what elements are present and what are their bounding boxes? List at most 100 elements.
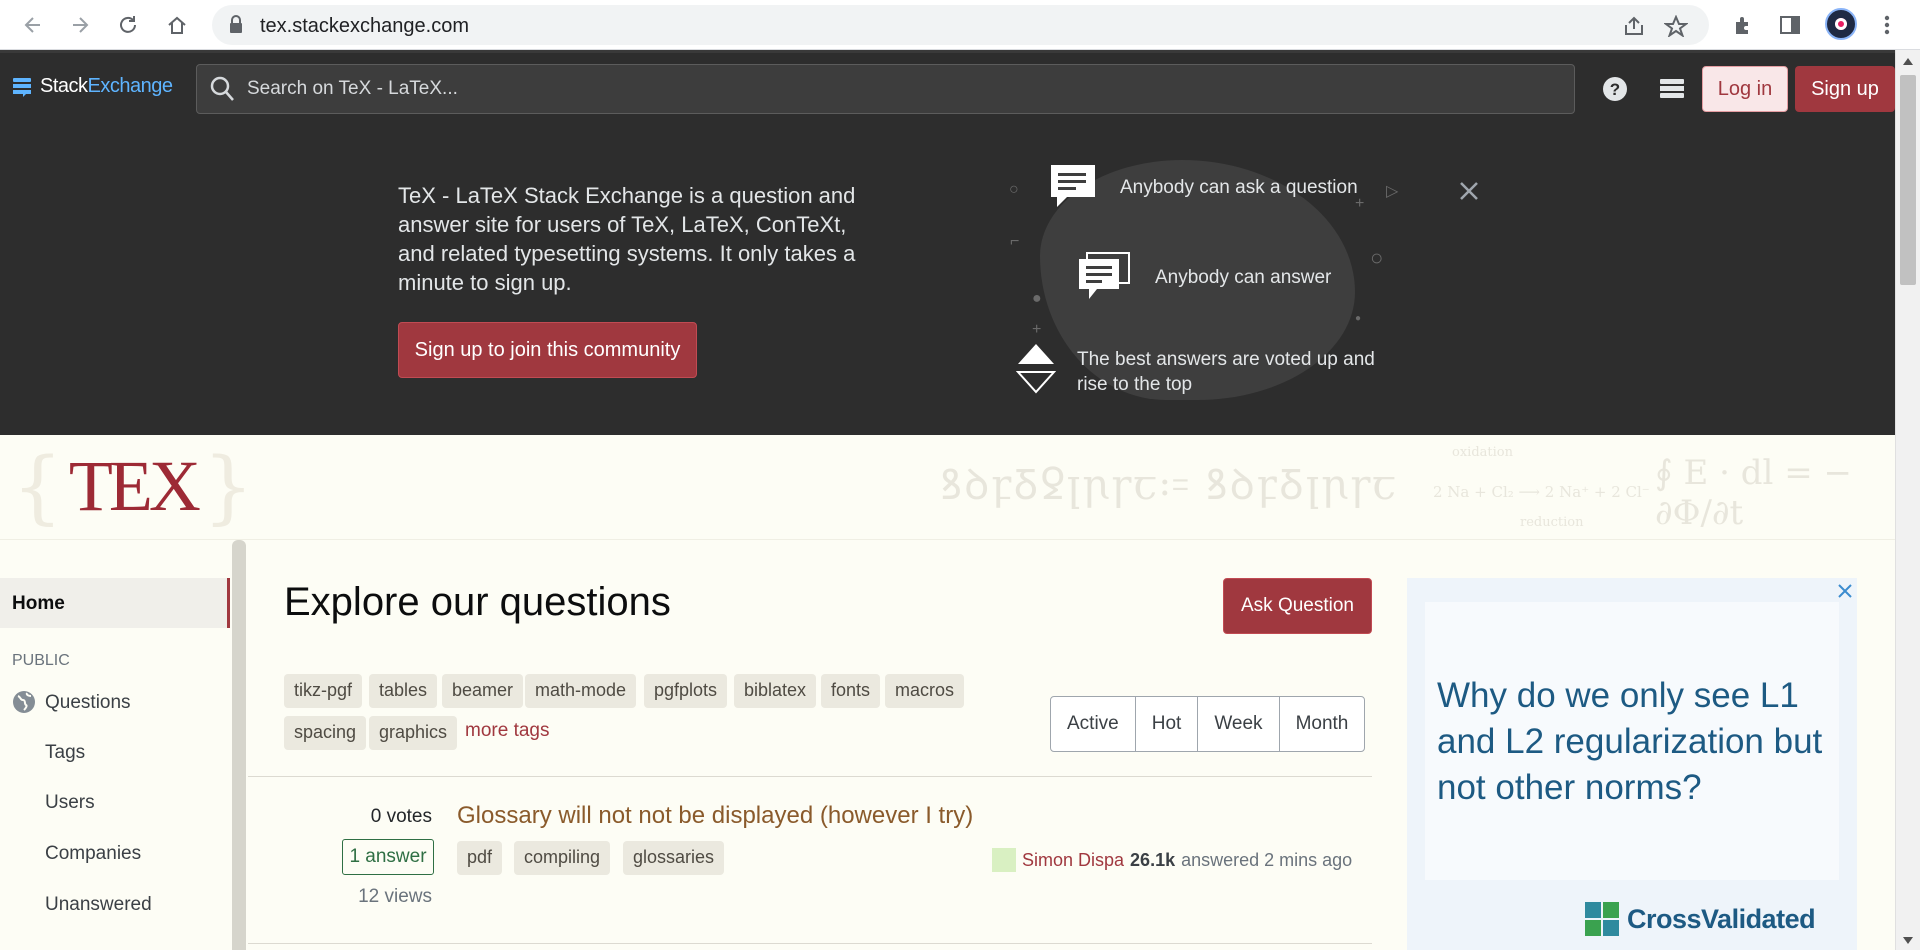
logo-stack-text: Stack [40,75,88,97]
decor-dot-icon: ● [1355,313,1362,324]
tag-chip[interactable]: macros [885,674,965,708]
tag-chip[interactable]: tables [369,674,438,708]
divider [248,943,1372,944]
bookmark-star-icon[interactable] [1664,15,1688,37]
browser-menu-icon[interactable] [1873,11,1901,39]
home-icon[interactable] [163,11,191,39]
user-name-link[interactable]: Simon Dispa [1022,850,1124,871]
ad-headline[interactable]: Why do we only see L1 and L2 regularizat… [1437,673,1837,811]
sidebar-item-unanswered[interactable]: Unanswered [45,894,152,916]
back-arrow-icon[interactable] [19,11,47,39]
crossvalidated-logo[interactable]: CrossValidated [1583,900,1816,938]
sidebar-advertisement[interactable]: Why do we only see L1 and L2 regularizat… [1407,578,1857,950]
extensions-puzzle-icon[interactable] [1729,11,1757,39]
lock-icon[interactable] [228,15,250,37]
signup-button[interactable]: Sign up [1795,66,1895,112]
address-bar[interactable]: tex.stackexchange.com [212,5,1709,45]
logo-right-brace: } [202,439,254,533]
ask-question-button[interactable]: Ask Question [1223,578,1372,634]
speech-bubbles-icon [1077,251,1131,301]
view-count: 12 views [358,886,432,907]
main-content: Explore our questions Ask Question tikz-… [248,540,1376,950]
forward-arrow-icon[interactable] [66,11,94,39]
sidebar-item-home[interactable]: Home [0,578,230,628]
divider [248,776,1372,777]
vote-arrows-icon [1016,342,1056,394]
question-filter-group: Active Hot Week Month [1050,696,1366,752]
ad-brand-text: CrossValidated [1627,903,1816,934]
answer-count-badge: 1 answer [342,839,434,875]
tag-chip[interactable]: biblatex [734,674,817,708]
user-avatar[interactable] [992,848,1016,872]
logo-exchange-text: Exchange [87,75,173,97]
tag-chip[interactable]: math-mode [525,674,637,708]
tex-logo-text: TEX [68,446,201,526]
vote-count: 0 votes [370,806,432,827]
reload-icon[interactable] [114,11,142,39]
tag-chip[interactable]: graphics [369,716,458,750]
sidebar-item-companies[interactable]: Companies [45,843,141,865]
scrollbar-thumb[interactable] [1900,75,1916,285]
question-user-card: Simon Dispa 26.1k answered 2 mins ago [992,848,1352,872]
filter-week[interactable]: Week [1197,697,1278,751]
question-title-link[interactable]: Glossary will not not be displayed (howe… [457,802,973,830]
crossvalidated-logo-icon [1585,902,1619,936]
activity-time: answered 2 mins ago [1181,849,1353,870]
maxwell-equation-decor: ∮ E · dl = − ∂Φ/∂t [1655,453,1852,533]
scroll-up-arrow-icon[interactable] [1903,58,1913,65]
decor-circle-icon: ○ [1009,181,1019,198]
more-tags-link[interactable]: more tags [465,720,549,742]
sidebar-item-users[interactable]: Users [45,792,95,814]
elvish-script-decor: ꝸꝺꝼꝽꝿꞁꞃꞅꞇ꞉꞊ ꝸꝺꝼꝽꞁꞃꞅꞇ [940,460,1398,509]
reduction-label: reduction [1520,515,1584,530]
welcome-banner: TeX - LaTeX Stack Exchange is a question… [0,125,1895,435]
site-search[interactable] [196,64,1575,114]
browser-toolbar: tex.stackexchange.com [0,0,1920,50]
question-tag[interactable]: glossaries [623,841,725,875]
tag-chip[interactable]: fonts [821,674,881,708]
site-header: { TEX } ꝸꝺꝼꝽꝿꞁꞃꞅꞇ꞉꞊ ꝸꝺꝼꝽꞁꞃꞅꞇ oxidation 2… [0,435,1895,540]
sidebar-item-questions[interactable]: Questions [45,692,131,714]
svg-text:?: ? [1610,80,1620,99]
help-icon[interactable]: ? [1599,73,1631,105]
globe-icon [12,690,36,714]
decor-corner-icon: ⌐ [1010,233,1020,250]
share-icon[interactable] [1622,15,1644,37]
filter-active[interactable]: Active [1051,697,1135,751]
decor-triangle-icon: ▷ [1386,183,1399,200]
sidebar-section-public: PUBLIC [12,652,70,669]
search-icon [209,75,235,103]
decor-ring-icon: ○ [1370,245,1384,270]
tex-logo[interactable]: { TEX } [12,445,254,528]
site-description: TeX - LaTeX Stack Exchange is a question… [398,183,856,295]
ad-close-icon[interactable] [1835,581,1855,601]
page-scrollbar[interactable] [1895,50,1920,950]
filter-month[interactable]: Month [1278,697,1365,751]
speech-bubble-icon [1049,163,1097,209]
filter-hot[interactable]: Hot [1134,697,1198,751]
close-banner-icon[interactable] [1455,177,1483,205]
tag-chip[interactable]: spacing [284,716,367,750]
search-input[interactable] [245,73,1545,105]
site-switcher-icon[interactable] [1656,73,1688,105]
question-tag[interactable]: pdf [457,841,503,875]
decor-dot-icon: ● [1032,290,1042,307]
tag-chip[interactable]: pgfplots [644,674,728,708]
site-topbar: StackExchange ? Log in Sign up [0,50,1895,125]
content-divider [232,540,246,950]
question-tag[interactable]: compiling [514,841,611,875]
sidebar-item-tags[interactable]: Tags [45,742,85,764]
tag-chip[interactable]: beamer [442,674,524,708]
oxidation-label: oxidation [1452,445,1513,460]
profile-avatar[interactable] [1825,8,1857,40]
user-reputation: 26.1k [1130,849,1176,870]
tag-chip[interactable]: tikz-pgf [284,674,363,708]
feature-answer-text: Anybody can answer [1155,267,1332,288]
side-panel-icon[interactable] [1776,11,1804,39]
stackexchange-logo[interactable]: StackExchange [12,75,173,98]
scroll-down-arrow-icon[interactable] [1903,937,1913,944]
logo-left-brace: { [12,439,63,533]
login-button[interactable]: Log in [1702,66,1788,112]
page-title: Explore our questions [284,580,671,624]
join-community-button[interactable]: Sign up to join this community [398,322,697,378]
